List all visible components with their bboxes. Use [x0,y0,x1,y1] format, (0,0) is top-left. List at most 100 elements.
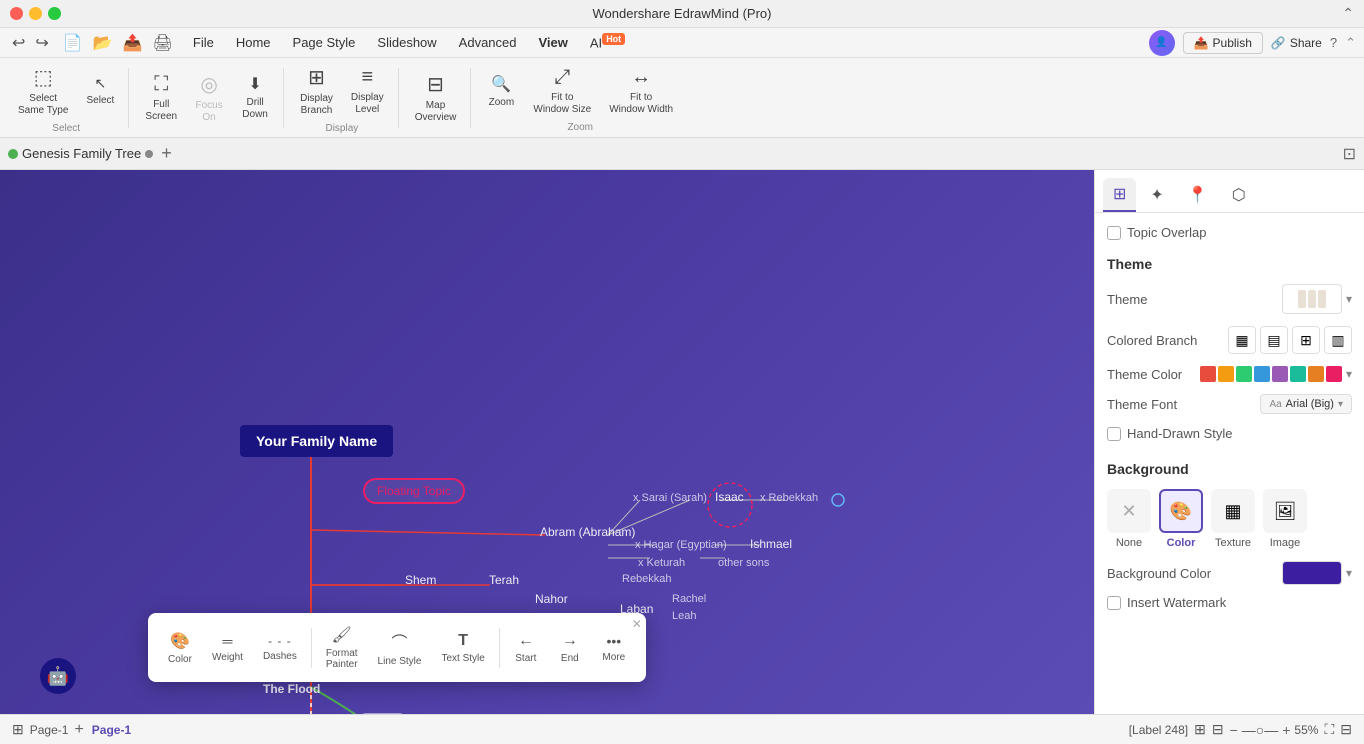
label-tag[interactable]: Label [362,713,403,714]
swatch-red[interactable] [1200,366,1216,382]
panel-tab-layout[interactable]: ⊞ [1103,178,1136,212]
node-ishmael[interactable]: Ishmael [750,537,792,551]
add-page-button[interactable]: + [74,721,83,739]
swatch-teal[interactable] [1290,366,1306,382]
menu-slideshow[interactable]: Slideshow [367,31,446,54]
node-sarai[interactable]: x Sarai (Sarah) [633,490,707,504]
node-isaac[interactable]: Isaac [715,490,744,504]
swatch-blue[interactable] [1254,366,1270,382]
swatch-purple[interactable] [1272,366,1288,382]
share-button[interactable]: 🔗Share [1271,36,1322,50]
ft-start-button[interactable]: ← Start [506,628,546,668]
node-rebekkah[interactable]: x Rebekkah [760,490,818,504]
ft-dashes-button[interactable]: - - - Dashes [255,630,305,666]
ft-format-painter-button[interactable]: 🖌 FormatPainter [318,621,366,674]
publish-button[interactable]: 📤Publish [1183,32,1263,54]
menu-home[interactable]: Home [226,31,281,54]
collapse-icon[interactable]: ⌃ [1342,5,1354,22]
help-button[interactable]: ? [1330,35,1337,50]
layout-toggle-icon[interactable]: ⊞ [12,721,24,738]
fit-window-size-button[interactable]: ⤢ Fit toWindow Size [525,62,599,120]
redo-button[interactable]: ↪ [31,31,52,55]
theme-font-select[interactable]: Aa Arial (Big) ▾ [1260,394,1352,414]
select-same-type-button[interactable]: ⬚ SelectSame Type [10,61,76,121]
menu-view[interactable]: View [529,31,578,54]
node-keturah[interactable]: x Keturah [638,555,685,569]
zoom-out-button[interactable]: − [1230,722,1238,738]
hand-drawn-checkbox[interactable] [1107,427,1121,441]
chevron-down-icon[interactable]: ⌃ [1345,35,1356,51]
node-terah[interactable]: Terah [489,573,519,587]
bg-option-texture[interactable]: ▦ Texture [1211,489,1255,549]
menu-file[interactable]: File [183,31,224,54]
ft-weight-button[interactable]: ═ Weight [204,629,251,667]
zoom-button[interactable]: 🔍 Zoom [479,70,523,113]
fullscreen-status-icon[interactable]: ⛶ [1324,721,1334,738]
grid-icon-1[interactable]: ⊞ [1194,721,1206,738]
ft-end-button[interactable]: → End [550,628,590,668]
close-button[interactable] [10,7,23,20]
ft-line-style-button[interactable]: ⌒ Line Style [370,625,430,671]
fit-window-width-button[interactable]: ↔ Fit toWindow Width [601,62,681,120]
panel-tab-settings[interactable]: ⬡ [1222,178,1256,212]
full-screen-button[interactable]: ⛶ FullScreen [137,69,185,127]
node-leah[interactable]: Leah [672,608,696,622]
branch-icon-2[interactable]: ▤ [1260,326,1288,354]
ft-text-style-button[interactable]: T Text Style [433,628,492,668]
page-1-tab[interactable]: Page-1 [30,723,69,737]
topic-overlap-checkbox[interactable] [1107,226,1121,240]
floating-toolbar-close[interactable]: ✕ [632,617,642,631]
theme-dropdown-icon[interactable]: ▾ [1346,292,1352,306]
select-button[interactable]: ↖ Select [78,71,122,111]
node-nahor[interactable]: Nahor [535,592,568,606]
node-abram[interactable]: Abram (Abraham) [540,525,635,539]
node-root[interactable]: Your Family Name [240,425,393,457]
node-shem[interactable]: Shem [405,573,436,587]
zoom-in-button[interactable]: + [1282,722,1290,738]
bg-option-color[interactable]: 🎨 Color [1159,489,1203,549]
bg-option-image[interactable]: 🖼 Image [1263,489,1307,549]
focus-on-button[interactable]: ◎ FocusOn [187,68,231,128]
open-button[interactable]: 📂 [89,31,117,55]
bg-color-chevron-icon[interactable]: ▾ [1346,566,1352,580]
page-1-active-tab[interactable]: Page-1 [92,723,131,737]
menu-page-style[interactable]: Page Style [283,31,366,54]
branch-icon-1[interactable]: ▦ [1228,326,1256,354]
tab-expand-icon[interactable]: ⊡ [1343,144,1356,164]
grid-icon-2[interactable]: ⊟ [1212,721,1224,738]
swatch-green[interactable] [1236,366,1252,382]
bg-option-none[interactable]: ✕ None [1107,489,1151,549]
panel-tab-location[interactable]: 📍 [1178,178,1218,212]
avatar[interactable]: 👤 [1149,30,1175,56]
branch-icon-3[interactable]: ⊞ [1292,326,1320,354]
swatch-orange[interactable] [1218,366,1234,382]
maximize-button[interactable] [48,7,61,20]
panel-tab-style[interactable]: ✦ [1140,178,1173,212]
minimize-button[interactable] [29,7,42,20]
node-floating[interactable]: Floating Topic [363,478,465,504]
display-level-button[interactable]: ≡ DisplayLevel [343,62,392,120]
menu-advanced[interactable]: Advanced [449,31,527,54]
node-rachel[interactable]: Rachel [672,591,706,605]
bg-color-swatch[interactable] [1282,561,1342,585]
node-rebekah2[interactable]: Rebekkah [622,571,672,585]
print-button[interactable]: 🖨 [149,31,177,55]
swatch-pink[interactable] [1326,366,1342,382]
node-hagar[interactable]: x Hagar (Egyptian) [635,537,727,551]
watermark-checkbox[interactable] [1107,596,1121,610]
tab-genesis-family-tree[interactable]: Genesis Family Tree [22,146,141,161]
ft-color-button[interactable]: 🎨 Color [160,627,200,669]
branch-icon-4[interactable]: ▥ [1324,326,1352,354]
menu-ai[interactable]: AIHot [580,30,635,54]
swatch-darkorange[interactable] [1308,366,1324,382]
drill-down-button[interactable]: ⬇ DrillDown [233,70,277,125]
node-the-flood[interactable]: The Flood [263,682,320,696]
tab-add-button[interactable]: + [157,143,176,164]
ft-more-button[interactable]: ••• More [594,629,634,667]
theme-preview[interactable] [1282,284,1342,314]
robot-avatar[interactable]: 🤖 [40,658,76,694]
canvas[interactable]: Your Family Name Floating Topic Shem Ter… [0,170,1094,714]
zoom-slider-icon[interactable]: —○— [1242,722,1278,738]
theme-color-dropdown-icon[interactable]: ▾ [1346,367,1352,381]
zoom-level[interactable]: 55% [1294,723,1318,737]
